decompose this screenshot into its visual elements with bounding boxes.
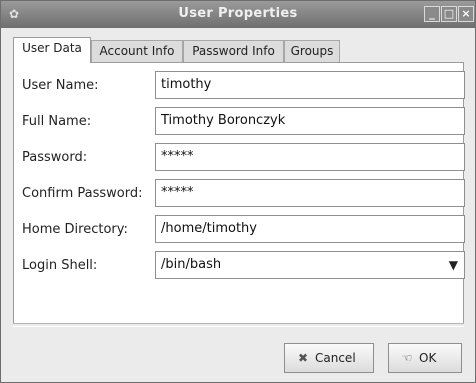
tab-user-data[interactable]: User Data [13,37,91,63]
user-name-field[interactable]: timothy [155,71,465,99]
tab-label: Account Info [99,44,175,58]
tab-label: Password Info [192,44,275,58]
ok-label: OK [419,351,437,365]
tab-password-info[interactable]: Password Info [183,40,284,62]
tab-groups[interactable]: Groups [284,40,340,62]
user-properties-dialog: ✿ User Properties _ □ × User Data Accoun… [0,0,476,383]
cancel-icon: ✖ [297,351,309,365]
login-shell-label: Login Shell: [22,258,98,273]
home-directory-label: Home Directory: [22,222,128,237]
tab-label: Groups [290,44,334,58]
password-field[interactable]: ***** [155,143,465,171]
login-shell-value: /bin/bash [161,257,222,272]
dropdown-arrow-icon[interactable]: ▼ [449,252,458,278]
minimize-button[interactable]: _ [424,6,440,22]
cancel-button[interactable]: ✖ Cancel [284,343,374,373]
ok-icon: ☜ [401,351,413,365]
close-button[interactable]: × [458,6,474,22]
confirm-password-label: Confirm Password: [22,186,143,201]
home-directory-field[interactable]: /home/timothy [155,215,465,243]
tab-account-info[interactable]: Account Info [91,40,183,62]
separator [13,323,464,327]
password-label: Password: [22,150,88,165]
cancel-label: Cancel [315,351,356,365]
confirm-password-field[interactable]: ***** [155,179,465,207]
window-title: User Properties [178,6,298,21]
full-name-label: Full Name: [22,114,92,129]
login-shell-combo[interactable]: /bin/bash ▼ [155,251,465,279]
full-name-field[interactable]: Timothy Boronczyk [155,107,465,135]
title-bar[interactable]: ✿ User Properties _ □ × [1,1,475,28]
tab-label: User Data [22,41,82,55]
maximize-button[interactable]: □ [441,6,457,22]
ok-button[interactable]: ☜ OK [388,343,462,373]
user-name-label: User Name: [22,78,99,93]
